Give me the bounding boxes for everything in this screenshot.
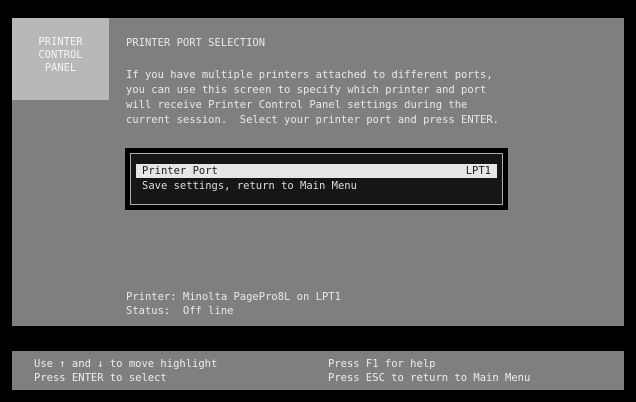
menu-item-printer-port[interactable]: Printer Port LPT1 [136, 164, 497, 178]
help-f1: Press F1 for help [328, 358, 436, 370]
menu-item-printer-port-value: LPT1 [465, 165, 491, 177]
sidebar-title: PRINTER CONTROL PANEL [12, 18, 109, 100]
description-line-1: If you have multiple printers attached t… [126, 69, 493, 81]
sidebar-line-2: CONTROL [38, 49, 83, 61]
options-menu-frame: Printer Port LPT1 Save settings, return … [130, 153, 503, 205]
help-bar: Use ↑ and ↓ to move highlight Press ENTE… [12, 351, 624, 390]
sidebar-line-3: PANEL [44, 62, 77, 74]
menu-item-save-settings-label: Save settings, return to Main Menu [142, 180, 357, 192]
sidebar-line-1: PRINTER [38, 36, 83, 48]
options-menu: Printer Port LPT1 Save settings, return … [125, 148, 508, 210]
printer-line: Printer: Minolta PagePro8L on LPT1 [126, 291, 341, 303]
status-line: Status: Off line [126, 305, 234, 317]
description: If you have multiple printers attached t… [126, 68, 499, 128]
page-title: PRINTER PORT SELECTION [126, 37, 266, 49]
description-line-2: you can use this screen to specify which… [126, 84, 487, 96]
menu-item-save-settings[interactable]: Save settings, return to Main Menu [136, 179, 497, 193]
printer-info: Printer: Minolta PagePro8L on LPT1 Statu… [126, 290, 341, 318]
description-line-3: will receive Printer Control Panel setti… [126, 99, 468, 111]
help-enter-select: Press ENTER to select [34, 372, 167, 384]
menu-item-printer-port-label: Printer Port [142, 165, 218, 177]
description-line-4: current session. Select your printer por… [126, 114, 499, 126]
help-move-highlight: Use ↑ and ↓ to move highlight [34, 358, 218, 370]
main-panel: PRINTER CONTROL PANEL PRINTER PORT SELEC… [12, 18, 624, 326]
help-esc: Press ESC to return to Main Menu [328, 372, 531, 384]
